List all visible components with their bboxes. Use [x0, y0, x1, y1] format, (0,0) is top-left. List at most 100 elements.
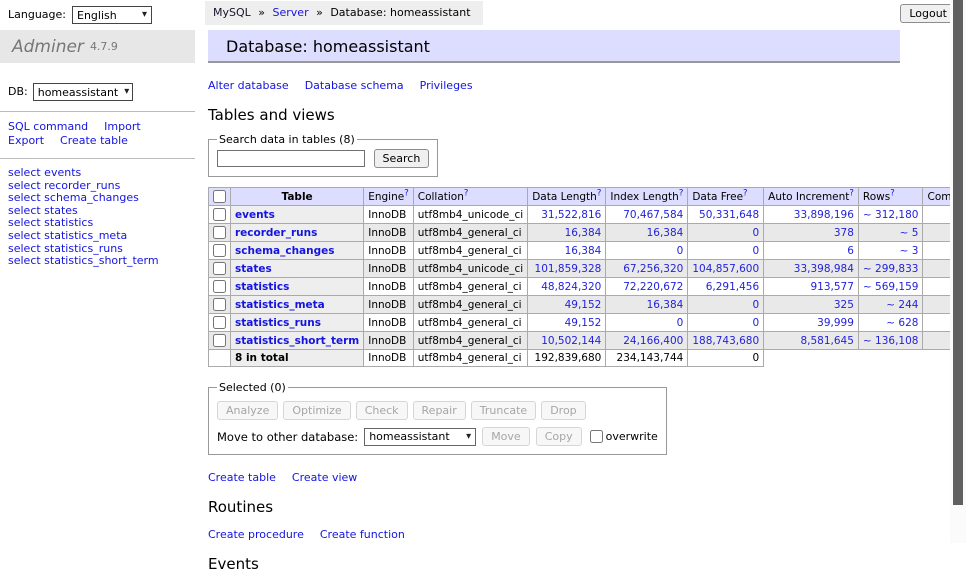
- help-link[interactable]: ?: [597, 188, 602, 198]
- collation-cell: utf8mb4_general_ci: [413, 242, 527, 260]
- routine-link-create-procedure[interactable]: Create procedure: [208, 528, 304, 541]
- total-index-length-cell: 234,143,744: [606, 350, 688, 367]
- column-header-rows: Rows?: [858, 188, 923, 206]
- copy-button[interactable]: Copy: [536, 427, 582, 446]
- table-header-row: TableEngine?Collation?Data Length?Index …: [209, 188, 966, 206]
- chevron-down-icon: ▾: [142, 10, 147, 20]
- database-action-links: Alter database Database schema Privileges: [208, 79, 908, 92]
- rows-count-cell: ~ 299,833: [858, 260, 923, 278]
- create-links: Create table Create view: [208, 471, 908, 484]
- move-row: Move to other database: homeassistant▾ M…: [217, 427, 658, 446]
- sidebar-divider: [0, 158, 195, 159]
- scrollbar-thumb[interactable]: [953, 0, 963, 505]
- row-checkbox-cell: [209, 242, 231, 260]
- table-name-cell: events: [231, 206, 364, 224]
- table-link-schema-changes[interactable]: schema_changes: [235, 245, 335, 257]
- search-button[interactable]: Search: [374, 149, 430, 168]
- sidebar-table-links: select eventsselect recorder_runsselect …: [8, 167, 195, 268]
- menu-link-export[interactable]: Export: [8, 134, 44, 147]
- db-action-privileges[interactable]: Privileges: [420, 79, 473, 92]
- help-link[interactable]: ?: [404, 188, 409, 198]
- table-link-statistics[interactable]: statistics: [235, 281, 289, 293]
- overwrite-checkbox[interactable]: [590, 430, 603, 443]
- chevron-down-icon: ▾: [466, 432, 471, 442]
- sidebar: Adminer 4.7.9 DB:homeassistant▾ SQL comm…: [0, 30, 195, 268]
- db-select[interactable]: homeassistant▾: [33, 83, 133, 101]
- sidebar-item-select-events[interactable]: select events: [8, 167, 195, 180]
- app-logo[interactable]: Adminer: [12, 37, 84, 57]
- language-select[interactable]: English▾: [72, 6, 152, 24]
- index-length-cell: 72,220,672: [606, 278, 688, 296]
- overwrite-label: overwrite: [606, 430, 658, 443]
- page-title: Database: homeassistant: [226, 37, 430, 56]
- sidebar-item-select-statistics-short-term[interactable]: select statistics_short_term: [8, 255, 195, 268]
- table-row-statistics-runs: statistics_runsInnoDButf8mb4_general_ci4…: [209, 314, 966, 332]
- help-link[interactable]: ?: [679, 188, 684, 198]
- data-length-cell: 16,384: [528, 224, 606, 242]
- total-collation-cell: utf8mb4_general_ci: [413, 350, 527, 367]
- table-link-statistics-meta[interactable]: statistics_meta: [235, 299, 325, 311]
- engine-cell: InnoDB: [364, 296, 414, 314]
- row-checkbox[interactable]: [213, 280, 226, 293]
- help-link[interactable]: ?: [743, 188, 748, 198]
- collation-cell: utf8mb4_unicode_ci: [413, 206, 527, 224]
- row-checkbox[interactable]: [213, 244, 226, 257]
- help-link[interactable]: ?: [890, 188, 895, 198]
- data-free-cell: 6,291,456: [688, 278, 764, 296]
- menu-link-create-table[interactable]: Create table: [60, 134, 128, 147]
- table-link-events[interactable]: events: [235, 209, 275, 221]
- analyze-button[interactable]: Analyze: [217, 401, 278, 420]
- sidebar-item-select-statistics-meta[interactable]: select statistics_meta: [8, 230, 195, 243]
- column-header-label: Table: [282, 191, 313, 203]
- search-input[interactable]: [217, 150, 365, 167]
- select-all-checkbox[interactable]: [213, 190, 226, 203]
- column-header-label: Collation: [418, 191, 464, 203]
- table-link-recorder-runs[interactable]: recorder_runs: [235, 227, 317, 239]
- app-version[interactable]: 4.7.9: [90, 40, 118, 53]
- row-checkbox-cell: [209, 260, 231, 278]
- routine-links: Create procedure Create function: [208, 528, 908, 541]
- help-link[interactable]: ?: [464, 188, 469, 198]
- check-button[interactable]: Check: [356, 401, 408, 420]
- menu-link-sql-command[interactable]: SQL command: [8, 120, 88, 133]
- table-link-states[interactable]: states: [235, 263, 272, 275]
- breadcrumb-server-type[interactable]: MySQL: [213, 6, 251, 19]
- row-checkbox[interactable]: [213, 334, 226, 347]
- data-length-cell: 31,522,816: [528, 206, 606, 224]
- row-checkbox[interactable]: [213, 316, 226, 329]
- create-link-create-table[interactable]: Create table: [208, 471, 276, 484]
- help-link[interactable]: ?: [849, 188, 854, 198]
- row-checkbox[interactable]: [213, 208, 226, 221]
- repair-button[interactable]: Repair: [413, 401, 466, 420]
- data-free-cell: 50,331,648: [688, 206, 764, 224]
- vertical-scrollbar[interactable]: [950, 0, 966, 543]
- engine-cell: InnoDB: [364, 224, 414, 242]
- db-action-alter-database[interactable]: Alter database: [208, 79, 289, 92]
- rows-count-cell: ~ 628: [858, 314, 923, 332]
- collation-cell: utf8mb4_general_ci: [413, 314, 527, 332]
- logout-button[interactable]: Logout: [900, 4, 956, 23]
- table-name-cell: statistics: [231, 278, 364, 296]
- search-fieldset: Search data in tables (8) Search: [208, 133, 438, 177]
- menu-link-import[interactable]: Import: [104, 120, 141, 133]
- table-name-cell: statistics_short_term: [231, 332, 364, 350]
- create-link-create-view[interactable]: Create view: [292, 471, 357, 484]
- db-action-database-schema[interactable]: Database schema: [305, 79, 404, 92]
- sidebar-item-select-schema-changes[interactable]: select schema_changes: [8, 192, 195, 205]
- table-link-statistics-short-term[interactable]: statistics_short_term: [235, 335, 359, 347]
- optimize-button[interactable]: Optimize: [283, 401, 350, 420]
- data-length-cell: 48,824,320: [528, 278, 606, 296]
- row-checkbox[interactable]: [213, 298, 226, 311]
- truncate-button[interactable]: Truncate: [471, 401, 536, 420]
- row-checkbox[interactable]: [213, 262, 226, 275]
- routine-link-create-function[interactable]: Create function: [320, 528, 405, 541]
- move-db-select[interactable]: homeassistant▾: [364, 428, 476, 446]
- row-checkbox[interactable]: [213, 226, 226, 239]
- move-button[interactable]: Move: [482, 427, 530, 446]
- drop-button[interactable]: Drop: [541, 401, 585, 420]
- auto-increment-cell: 6: [764, 242, 859, 260]
- table-name-cell: schema_changes: [231, 242, 364, 260]
- column-header-label: Engine: [368, 191, 404, 203]
- table-link-statistics-runs[interactable]: statistics_runs: [235, 317, 321, 329]
- breadcrumb-server-link[interactable]: Server: [273, 6, 309, 19]
